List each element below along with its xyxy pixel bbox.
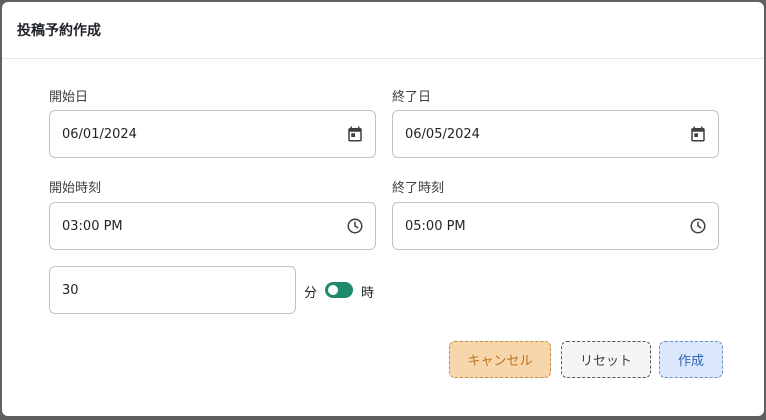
calendar-icon[interactable]: [688, 124, 708, 144]
interval-input[interactable]: 30: [49, 266, 296, 314]
cancel-button[interactable]: キャンセル: [449, 341, 551, 378]
start-time-label: 開始時刻: [49, 181, 102, 196]
end-date-field[interactable]: 06/05/2024: [392, 110, 719, 158]
start-date-value: 06/01/2024: [62, 126, 137, 142]
toggle-knob: [328, 285, 338, 295]
start-date-field[interactable]: 06/01/2024: [49, 110, 376, 158]
clock-icon[interactable]: [688, 216, 708, 236]
unit-toggle[interactable]: [325, 282, 353, 298]
start-time-field[interactable]: 03:00 PM: [49, 202, 376, 250]
interval-value: 30: [62, 282, 79, 298]
schedule-dialog: 投稿予約作成 開始日 06/01/2024 終了日 06/05/2024 開始時…: [2, 2, 764, 416]
end-date-label: 終了日: [392, 90, 432, 105]
start-time-value: 03:00 PM: [62, 218, 123, 234]
clock-icon[interactable]: [345, 216, 365, 236]
start-date-label: 開始日: [49, 90, 89, 105]
hour-unit-label: 時: [361, 286, 375, 301]
reset-button[interactable]: リセット: [561, 341, 651, 378]
end-time-field[interactable]: 05:00 PM: [392, 202, 719, 250]
minute-unit-label: 分: [304, 286, 318, 301]
dialog-title: 投稿予約作成: [17, 23, 101, 39]
end-time-label: 終了時刻: [392, 181, 445, 196]
create-button[interactable]: 作成: [659, 341, 723, 378]
calendar-icon[interactable]: [345, 124, 365, 144]
end-time-value: 05:00 PM: [405, 218, 466, 234]
dialog-header: 投稿予約作成: [2, 2, 764, 59]
end-date-value: 06/05/2024: [405, 126, 480, 142]
